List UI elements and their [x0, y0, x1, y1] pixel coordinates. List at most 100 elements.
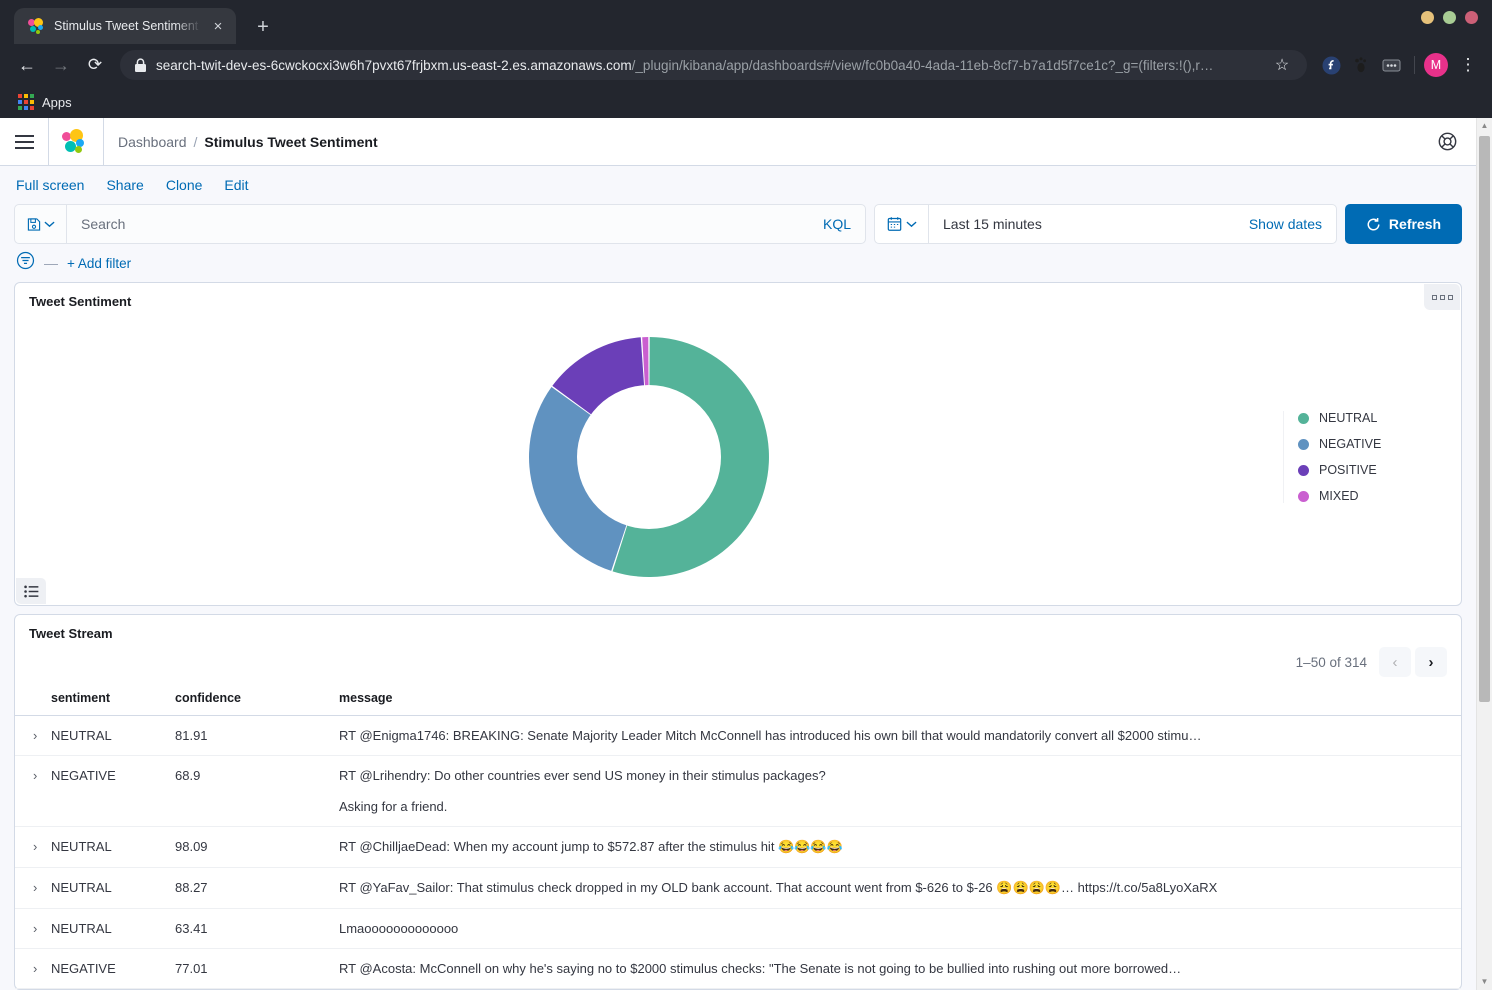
scrollbar-thumb[interactable] [1479, 136, 1490, 702]
breadcrumb-dashboard[interactable]: Dashboard [118, 134, 187, 150]
legend-item-negative[interactable]: NEGATIVE [1298, 437, 1443, 451]
bookmarks-bar: Apps [0, 86, 1492, 118]
kibana-header: Dashboard / Stimulus Tweet Sentiment [0, 118, 1476, 166]
help-lifering-icon[interactable] [1430, 125, 1464, 159]
url-text: search-twit-dev-es-6cwckocxi3w6h7pvxt67f… [156, 57, 1214, 73]
toolbar-divider [1414, 56, 1415, 74]
message-line: RT @Enigma1746: BREAKING: Senate Majorit… [339, 728, 1202, 743]
share-link[interactable]: Share [106, 177, 143, 193]
chart-legend: NEUTRAL NEGATIVE POSITIVE MIXED [1283, 411, 1461, 503]
search-input[interactable]: Search [67, 216, 809, 232]
browser-tab[interactable]: Stimulus Tweet Sentiment × [14, 8, 236, 44]
legend-label-positive: POSITIVE [1319, 463, 1377, 477]
calendar-quick-select-button[interactable] [875, 205, 929, 243]
edit-link[interactable]: Edit [224, 177, 248, 193]
expand-row-icon[interactable]: › [15, 826, 51, 868]
search-container: Search KQL [14, 204, 866, 244]
tab-title: Stimulus Tweet Sentiment [54, 19, 199, 33]
expand-row-icon[interactable]: › [15, 867, 51, 909]
legend-label-neutral: NEUTRAL [1319, 411, 1378, 425]
extension-puzzle-icon[interactable] [1377, 51, 1405, 79]
cell-sentiment: NEUTRAL [51, 715, 175, 756]
table-row[interactable]: › NEGATIVE 77.01 RT @Acosta: McConnell on w… [15, 948, 1461, 989]
page-scrollbar[interactable]: ▲ ▼ [1476, 118, 1492, 990]
forward-icon[interactable]: → [46, 50, 76, 80]
window-controls[interactable] [1421, 11, 1478, 24]
apps-grid-icon[interactable] [18, 94, 34, 110]
legend-label-negative: NEGATIVE [1319, 437, 1382, 451]
scroll-up-arrow[interactable]: ▲ [1477, 118, 1492, 134]
cell-confidence: 88.27 [175, 867, 339, 909]
column-message[interactable]: message [339, 681, 1461, 716]
column-sentiment[interactable]: sentiment [51, 681, 175, 716]
full-screen-link[interactable]: Full screen [16, 177, 84, 193]
legend-item-mixed[interactable]: MIXED [1298, 489, 1443, 503]
column-confidence[interactable]: confidence [175, 681, 339, 716]
table-row[interactable]: › NEUTRAL 88.27 RT @YaFav_Sailor: That stim… [15, 867, 1461, 909]
table-row[interactable]: › NEUTRAL 98.09 RT @ChilljaeDead: When my a… [15, 826, 1461, 868]
query-bar: Search KQL Last 15 minutes Show dates Re… [0, 204, 1476, 282]
gnome-foot-icon[interactable] [1347, 51, 1375, 79]
avatar[interactable]: M [1424, 53, 1448, 77]
next-page-button[interactable]: › [1415, 647, 1447, 677]
cell-sentiment: NEUTRAL [51, 867, 175, 909]
date-range-value[interactable]: Last 15 minutes [929, 216, 1249, 232]
legend-toggle-button[interactable] [16, 578, 46, 604]
legend-item-neutral[interactable]: NEUTRAL [1298, 411, 1443, 425]
browser-navbar: ← → ⟳ search-twit-dev-es-6cwckocxi3w6h7p… [0, 44, 1492, 86]
back-icon[interactable]: ← [12, 50, 42, 80]
query-language-button[interactable]: KQL [809, 216, 865, 232]
fedora-extension-icon[interactable] [1317, 51, 1345, 79]
filter-dash: — [44, 255, 58, 271]
page-title: Stimulus Tweet Sentiment [204, 133, 378, 150]
breadcrumb: Dashboard / Stimulus Tweet Sentiment [104, 134, 1430, 150]
cell-confidence: 77.01 [175, 948, 339, 989]
bookmark-apps-label[interactable]: Apps [42, 95, 72, 110]
elastic-logo-icon[interactable] [49, 118, 103, 165]
expand-row-icon[interactable]: › [15, 715, 51, 756]
previous-page-button[interactable]: ‹ [1379, 647, 1411, 677]
close-icon[interactable]: × [210, 19, 226, 34]
clone-link[interactable]: Clone [166, 177, 203, 193]
new-tab-button[interactable]: + [250, 17, 276, 37]
refresh-button[interactable]: Refresh [1345, 204, 1462, 244]
cell-sentiment: NEGATIVE [51, 948, 175, 989]
cell-message: Lmaooooooooooooo [339, 908, 1461, 949]
scroll-down-arrow[interactable]: ▼ [1477, 974, 1492, 990]
message-line: RT @Acosta: McConnell on why he's saying… [339, 961, 1182, 976]
expand-row-icon[interactable]: › [15, 948, 51, 989]
table-row[interactable]: › NEUTRAL 81.91 RT @Enigma1746: BREAKING: S… [15, 715, 1461, 756]
reload-icon[interactable]: ⟳ [80, 50, 110, 80]
expand-row-icon[interactable]: › [15, 908, 51, 949]
cell-confidence: 63.41 [175, 908, 339, 949]
browser-menu-icon[interactable]: ⋮ [1454, 51, 1482, 79]
saved-query-button[interactable] [15, 205, 67, 243]
tweet-stream-panel: Tweet Stream 1–50 of 314 ‹ › sentiment c… [14, 614, 1462, 990]
expand-row-icon[interactable]: › [15, 755, 51, 827]
filter-options-icon[interactable] [16, 251, 35, 275]
extension-icons: M ⋮ [1317, 51, 1482, 79]
chart-panel-title: Tweet Sentiment [29, 294, 132, 309]
dashboard-panels: Tweet Sentiment NEUTRAL NEGATIVE POSITIV… [0, 282, 1476, 990]
show-dates-button[interactable]: Show dates [1249, 216, 1336, 232]
message-line: Lmaooooooooooooo [339, 921, 459, 936]
list-icon [23, 585, 38, 597]
chevron-down-icon [905, 221, 917, 228]
dashboard-toolbar: Full screen Share Clone Edit [0, 166, 1476, 204]
add-filter-button[interactable]: + Add filter [67, 256, 131, 271]
close-window-button[interactable] [1465, 11, 1478, 24]
table-row[interactable]: › NEUTRAL 63.41 Lmaooooooooooooo [15, 908, 1461, 949]
table-header-row: sentiment confidence message [15, 681, 1461, 716]
cell-message: RT @YaFav_Sailor: That stimulus check dr… [339, 867, 1461, 909]
bookmark-star-icon[interactable]: ☆ [1267, 50, 1297, 80]
donut-chart[interactable] [15, 335, 1283, 579]
legend-item-positive[interactable]: POSITIVE [1298, 463, 1443, 477]
menu-hamburger-icon[interactable] [0, 118, 48, 165]
tweet-table: sentiment confidence message › NEUTRAL 81.… [15, 681, 1461, 989]
minimize-button[interactable] [1421, 11, 1434, 24]
address-bar[interactable]: search-twit-dev-es-6cwckocxi3w6h7pvxt67f… [120, 50, 1307, 80]
calendar-icon [887, 217, 901, 231]
table-row[interactable]: › NEGATIVE 68.9 RT @Lrihendry: Do other cou… [15, 755, 1461, 827]
panel-context-menu[interactable] [1424, 284, 1460, 310]
maximize-button[interactable] [1443, 11, 1456, 24]
